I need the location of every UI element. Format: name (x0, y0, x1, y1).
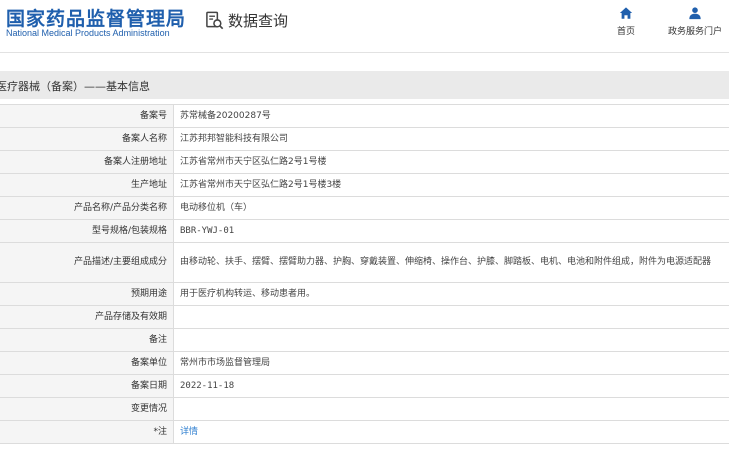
table-row: 备案人名称 江苏邦邦智能科技有限公司 (0, 127, 729, 151)
row-label: 备案日期 (0, 374, 174, 398)
row-value: BBR-YWJ-01 (173, 219, 729, 243)
nav-service-portal[interactable]: 政务服务门户 (668, 6, 722, 37)
row-label: 备注 (0, 328, 174, 352)
table-row: 产品描述/主要组成成分 由移动轮、扶手、摆臂、摆臂助力器、护胸、穿戴装置、伸缩椅… (0, 242, 729, 283)
details-link[interactable]: 详情 (180, 427, 198, 437)
row-value: 江苏省常州市天宁区弘仁路2号1号楼3楼 (173, 173, 729, 197)
row-value: 由移动轮、扶手、摆臂、摆臂助力器、护胸、穿戴装置、伸缩椅、操作台、护膝、脚踏板、… (173, 242, 729, 283)
search-document-icon (206, 11, 224, 29)
row-value: 详情 (173, 420, 729, 444)
nav-service-label: 政务服务门户 (668, 27, 723, 37)
row-label: *注 (0, 420, 174, 444)
row-value: 电动移位机（车） (173, 196, 729, 220)
table-row: 备案日期 2022-11-18 (0, 374, 729, 398)
row-value (173, 305, 729, 329)
row-label: 变更情况 (0, 397, 174, 421)
row-label: 产品名称/产品分类名称 (0, 196, 174, 220)
table-row: 产品存储及有效期 (0, 305, 729, 329)
row-label: 备案人注册地址 (0, 150, 174, 174)
row-value: 江苏邦邦智能科技有限公司 (173, 127, 729, 151)
table-row: 预期用途 用于医疗机构转运、移动患者用。 (0, 282, 729, 306)
table-row: 备案单位 常州市市场监督管理局 (0, 351, 729, 375)
table-row: 备案号 苏常械备20200287号 (0, 104, 729, 128)
row-value (173, 328, 729, 352)
row-label: 产品描述/主要组成成分 (0, 242, 174, 283)
site-logo-subtitle: National Medical Products Administration (6, 28, 170, 38)
header-divider (0, 52, 729, 53)
row-label: 备案单位 (0, 351, 174, 375)
table-row: *注 详情 (0, 420, 729, 444)
section-title: 医疗器械（备案）——基本信息 (0, 80, 150, 93)
table-row: 备案人注册地址 江苏省常州市天宁区弘仁路2号1号楼 (0, 150, 729, 174)
table-row: 生产地址 江苏省常州市天宁区弘仁路2号1号楼3楼 (0, 173, 729, 197)
table-row: 备注 (0, 328, 729, 352)
nav-home-label: 首页 (617, 27, 636, 37)
row-value: 苏常械备20200287号 (173, 104, 729, 128)
row-value: 用于医疗机构转运、移动患者用。 (173, 282, 729, 306)
nav-home[interactable]: 首页 (617, 6, 635, 37)
table-row: 产品名称/产品分类名称 电动移位机（车） (0, 196, 729, 220)
home-icon (619, 7, 633, 19)
data-query-heading: 数据查询 (205, 10, 288, 30)
row-label: 型号规格/包装规格 (0, 219, 174, 243)
table-row: 变更情况 (0, 397, 729, 421)
row-label: 备案号 (0, 104, 174, 128)
row-value (173, 397, 729, 421)
record-info-table: 备案号 苏常械备20200287号 备案人名称 江苏邦邦智能科技有限公司 备案人… (0, 104, 729, 444)
row-label: 产品存储及有效期 (0, 305, 174, 329)
user-icon (689, 7, 701, 20)
row-value: 江苏省常州市天宁区弘仁路2号1号楼 (173, 150, 729, 174)
site-header: 国家药品监督管理局 National Medical Products Admi… (0, 0, 729, 52)
row-label: 生产地址 (0, 173, 174, 197)
row-value: 2022-11-18 (173, 374, 729, 398)
row-value: 常州市市场监督管理局 (173, 351, 729, 375)
row-label: 备案人名称 (0, 127, 174, 151)
data-query-title: 数据查询 (228, 11, 289, 30)
row-label: 预期用途 (0, 282, 174, 306)
site-logo-title[interactable]: 国家药品监督管理局 (6, 4, 186, 31)
table-row: 型号规格/包装规格 BBR-YWJ-01 (0, 219, 729, 243)
section-header: 医疗器械（备案）——基本信息 (0, 71, 729, 99)
